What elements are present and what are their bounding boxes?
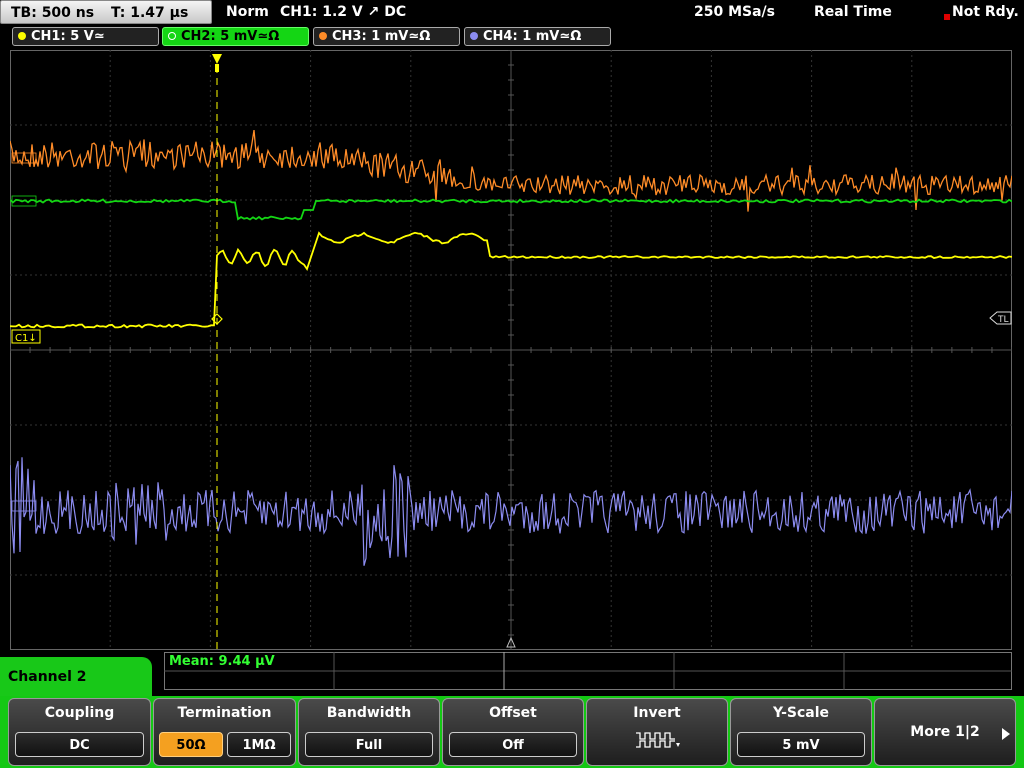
bandwidth-softkey[interactable]: Bandwidth Full <box>298 698 440 766</box>
acquisition-mode[interactable]: Real Time <box>814 0 892 24</box>
invert-softkey[interactable]: Invert <box>586 698 728 766</box>
channel-tab-ch1[interactable]: CH1: 5 V≃ <box>12 27 159 46</box>
channel-tab-ch2[interactable]: CH2: 5 mV≃Ω <box>162 27 309 46</box>
yscale-value[interactable]: 5 mV <box>737 732 865 757</box>
trigger-level-label: TL <box>997 315 1009 325</box>
more-softkey[interactable]: More 1|2 <box>874 698 1016 766</box>
ch3-tab-label: CH3: 1 mV≃Ω <box>332 29 431 44</box>
trigger-status: Not Rdy. <box>944 0 1019 24</box>
channel-tab-ch3[interactable]: CH3: 1 mV≃Ω <box>313 27 460 46</box>
coupling-title: Coupling <box>44 705 115 721</box>
waveform-svg: C1↓ TL <box>10 50 1012 650</box>
coupling-softkey[interactable]: Coupling DC <box>8 698 151 766</box>
more-label: More 1|2 <box>910 724 980 740</box>
ch2-dot-icon <box>168 32 176 40</box>
termination-1mohm-option[interactable]: 1MΩ <box>227 732 291 757</box>
bandwidth-value[interactable]: Full <box>305 732 433 757</box>
timebase-box[interactable]: TB: 500 ns T: 1.47 µs <box>0 0 212 24</box>
ch4-dot-icon <box>470 32 478 40</box>
graticule <box>10 50 1012 650</box>
trigger-mode[interactable]: Norm <box>226 0 269 24</box>
termination-title: Termination <box>177 705 272 721</box>
measurement-grid <box>164 652 1012 690</box>
mean-measurement: Mean: 9.44 µV <box>169 654 275 669</box>
measurement-panel: Mean: 9.44 µV <box>164 652 1012 690</box>
ch1-ground-label: C1↓ <box>15 333 37 344</box>
offset-value[interactable]: Off <box>449 732 577 757</box>
softkey-menu: Coupling DC Termination 50Ω 1MΩ Bandwidt… <box>0 696 1024 768</box>
invert-title: Invert <box>633 705 681 721</box>
channel-menu-label: Channel 2 <box>0 657 152 699</box>
top-status-bar: TB: 500 ns T: 1.47 µs Norm CH1: 1.2 V ↗ … <box>0 0 1024 26</box>
yscale-softkey[interactable]: Y-Scale 5 mV <box>730 698 872 766</box>
termination-50ohm-option[interactable]: 50Ω <box>159 732 223 757</box>
termination-softkey[interactable]: Termination 50Ω 1MΩ <box>153 698 296 766</box>
trigger-position-marker-icon[interactable] <box>212 54 222 64</box>
offset-title: Offset <box>489 705 537 721</box>
yscale-title: Y-Scale <box>772 705 829 721</box>
more-arrow-icon <box>1002 728 1010 740</box>
ch2-tab-label: CH2: 5 mV≃Ω <box>181 29 280 44</box>
channel-tab-ch4[interactable]: CH4: 1 mV≃Ω <box>464 27 611 46</box>
waveform-display[interactable]: C1↓ TL <box>10 50 1012 650</box>
offset-softkey[interactable]: Offset Off <box>442 698 584 766</box>
channel-tabs: CH1: 5 V≃ CH2: 5 mV≃Ω CH3: 1 mV≃Ω CH4: 1… <box>0 26 1024 48</box>
ch1-tab-label: CH1: 5 V≃ <box>31 29 105 44</box>
sample-rate[interactable]: 250 MSa/s <box>694 0 775 24</box>
trigger-setting[interactable]: CH1: 1.2 V ↗ DC <box>280 0 406 24</box>
ch1-dot-icon <box>18 32 26 40</box>
coupling-value[interactable]: DC <box>15 732 144 757</box>
trigger-time-value: T: 1.47 µs <box>110 5 189 21</box>
ch4-tab-label: CH4: 1 mV≃Ω <box>483 29 582 44</box>
timebase-value: TB: 500 ns <box>11 5 95 21</box>
ch3-dot-icon <box>319 32 327 40</box>
invert-waveform-icon <box>636 732 680 748</box>
bandwidth-title: Bandwidth <box>326 705 412 721</box>
trigger-position-stem <box>215 64 219 72</box>
